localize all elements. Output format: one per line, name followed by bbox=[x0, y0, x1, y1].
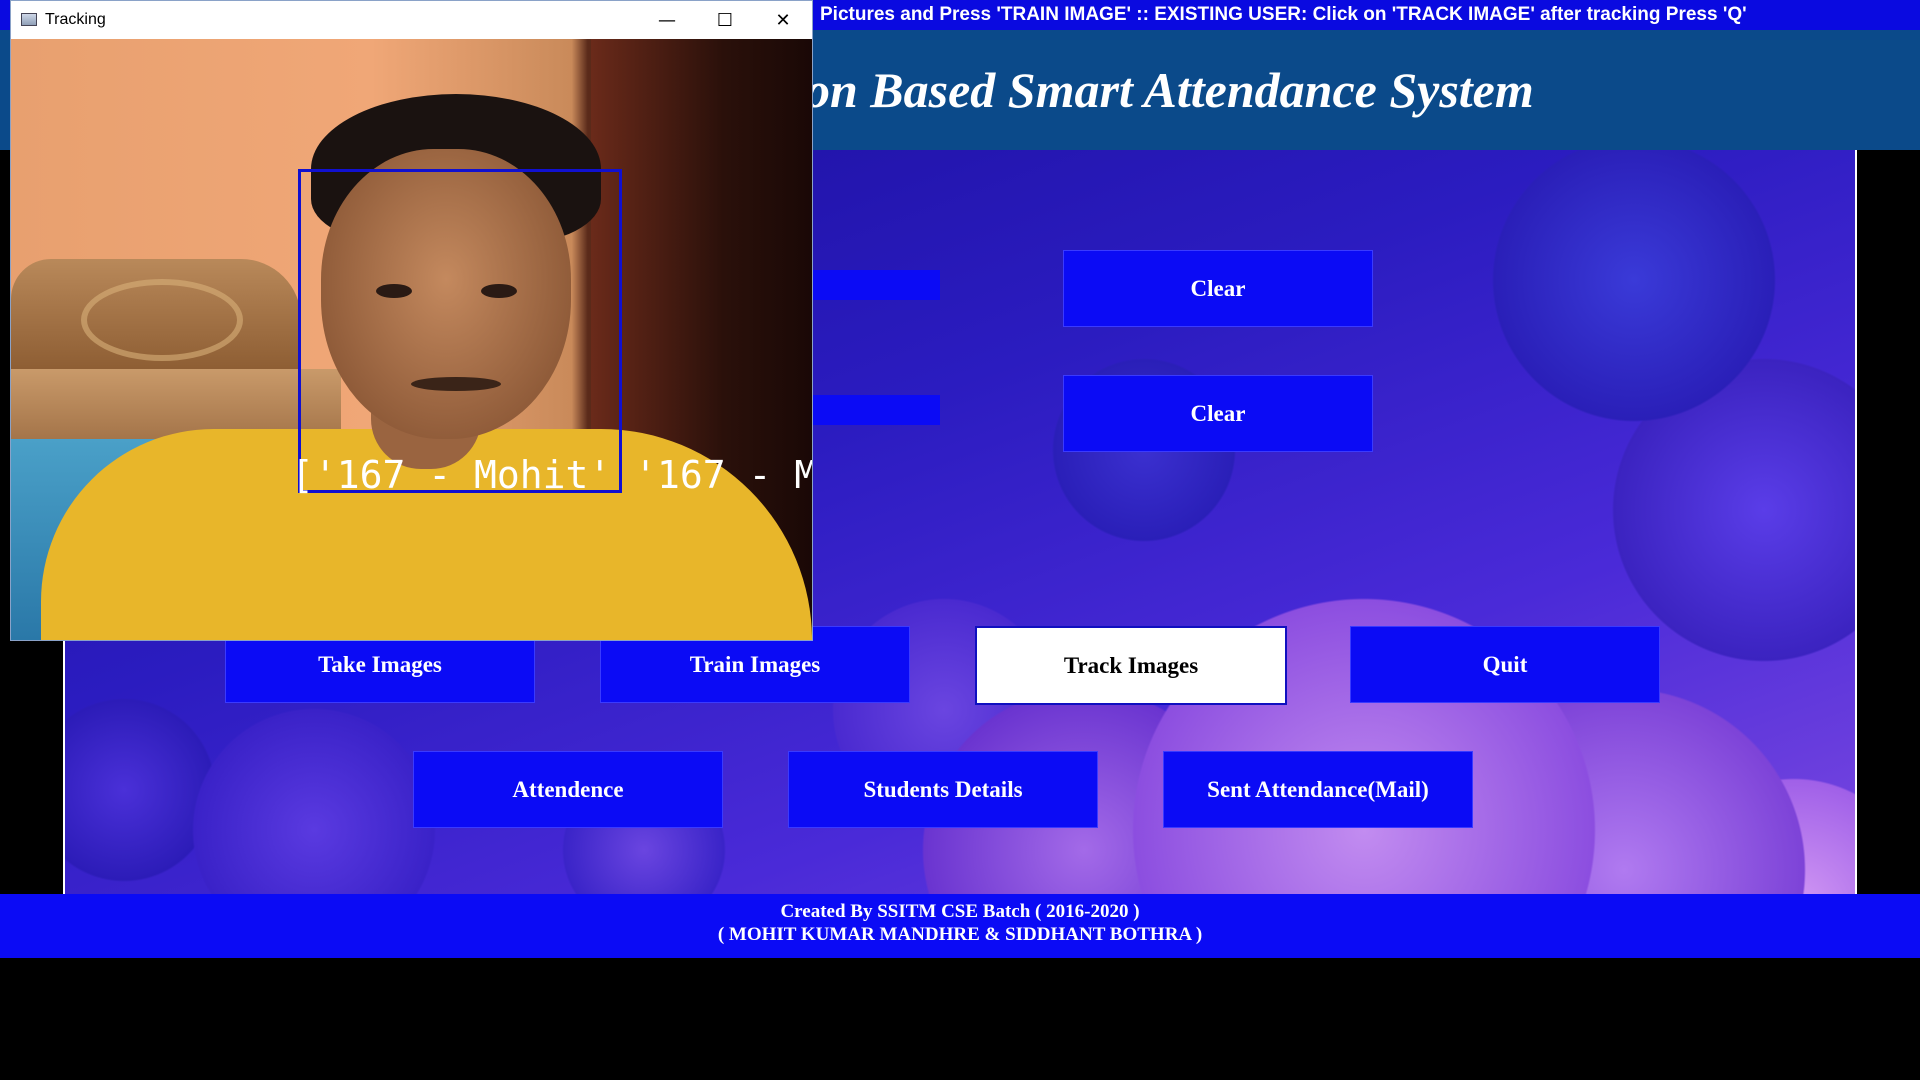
face-detection-box bbox=[298, 169, 622, 493]
track-images-button[interactable]: Track Images bbox=[975, 626, 1287, 705]
quit-button[interactable]: Quit bbox=[1350, 626, 1660, 703]
attendance-button[interactable]: Attendence bbox=[413, 751, 723, 828]
clear-name-button[interactable]: Clear bbox=[1063, 375, 1373, 452]
recognition-label: ['167 - Mohit' '167 - Mo bbox=[291, 453, 812, 497]
frame-border bbox=[1855, 150, 1857, 894]
webcam-feed: ['167 - Mohit' '167 - Mo bbox=[11, 39, 812, 640]
footer-authors-line: ( MOHIT KUMAR MANDHRE & SIDDHANT BOTHRA … bbox=[717, 924, 1203, 945]
credits-footer: Created By SSITM CSE Batch ( 2016-2020 )… bbox=[0, 894, 1920, 958]
minimize-icon[interactable]: — bbox=[638, 1, 696, 39]
feed-headboard-carving bbox=[81, 279, 243, 361]
send-attendance-mail-button[interactable]: Sent Attendance(Mail) bbox=[1163, 751, 1473, 828]
students-details-button[interactable]: Students Details bbox=[788, 751, 1098, 828]
close-icon[interactable]: ✕ bbox=[754, 1, 812, 39]
maximize-icon[interactable]: ☐ bbox=[696, 1, 754, 39]
marquee-text: Pictures and Press 'TRAIN IMAGE' :: EXIS… bbox=[820, 4, 1747, 25]
enrollment-id-input[interactable] bbox=[810, 270, 940, 300]
name-input[interactable] bbox=[810, 395, 940, 425]
footer-credits-line: Created By SSITM CSE Batch ( 2016-2020 ) bbox=[780, 901, 1140, 922]
clear-id-button[interactable]: Clear bbox=[1063, 250, 1373, 327]
tracking-titlebar[interactable]: Tracking — ☐ ✕ bbox=[11, 1, 812, 39]
window-app-icon bbox=[21, 13, 37, 26]
app-title: on Based Smart Attendance System bbox=[805, 62, 1534, 118]
tracking-window[interactable]: Tracking — ☐ ✕ ['167 - Mohit' '167 - Mo bbox=[10, 0, 813, 641]
window-title: Tracking bbox=[45, 11, 106, 28]
frame-border bbox=[63, 600, 65, 894]
